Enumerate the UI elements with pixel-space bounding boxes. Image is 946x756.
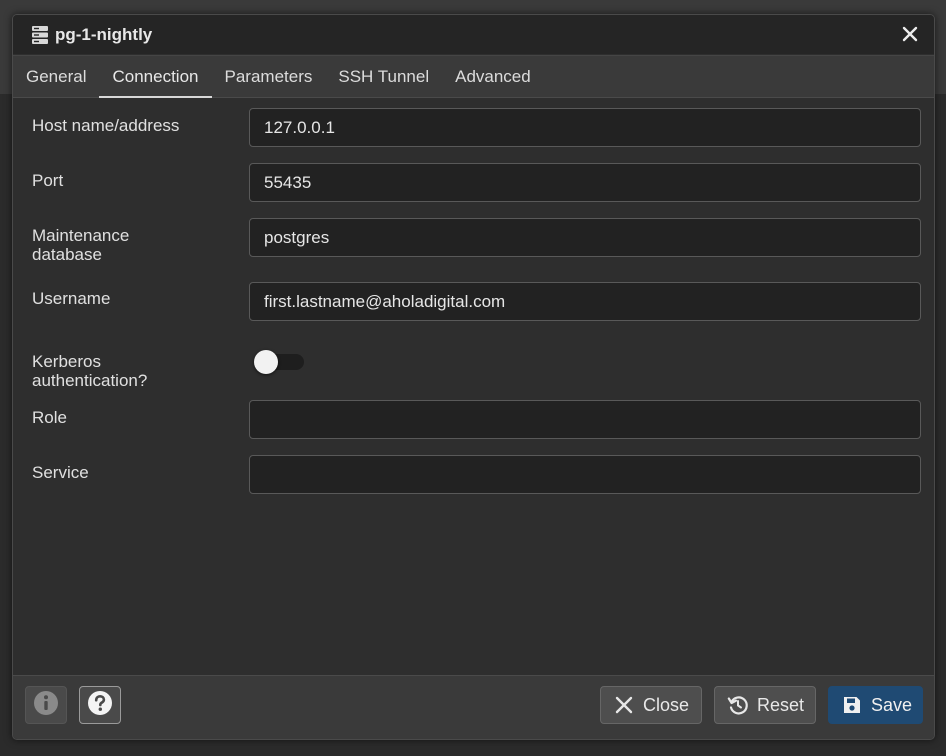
username-input[interactable] <box>249 282 921 321</box>
maintenance-db-label-line1: Maintenance <box>32 226 130 245</box>
tab-connection[interactable]: Connection <box>99 56 212 98</box>
dialog-titlebar: pg-1-nightly <box>13 15 934 54</box>
info-button[interactable] <box>25 686 67 724</box>
close-icon <box>613 694 635 716</box>
help-button[interactable] <box>79 686 121 724</box>
port-input[interactable] <box>249 163 921 202</box>
close-button-label: Close <box>643 694 690 715</box>
maintenance-db-label-line2: database <box>32 245 102 264</box>
kerberos-label-line1: Kerberos <box>32 352 101 371</box>
role-label: Role <box>32 408 67 427</box>
service-label: Service <box>32 463 89 482</box>
username-label: Username <box>32 289 111 308</box>
tab-general[interactable]: General <box>13 56 99 97</box>
dialog-title: pg-1-nightly <box>55 24 153 44</box>
tab-parameters[interactable]: Parameters <box>212 56 326 97</box>
kerberos-toggle[interactable] <box>254 350 305 374</box>
maintenance-db-input[interactable] <box>249 218 921 257</box>
dialog-footer: Close Reset Save <box>13 675 934 739</box>
kerberos-toggle-knob <box>254 350 278 374</box>
server-properties-dialog: pg-1-nightly General Connection Paramete… <box>12 14 935 740</box>
port-label: Port <box>32 171 64 190</box>
host-label: Host name/address <box>32 116 180 135</box>
help-icon <box>87 690 113 721</box>
reset-button-label: Reset <box>757 694 805 715</box>
reset-icon <box>727 694 749 716</box>
tab-advanced[interactable]: Advanced <box>442 56 544 97</box>
close-button[interactable]: Close <box>600 686 702 724</box>
save-icon <box>841 694 863 716</box>
kerberos-label: Kerberos authentication? <box>32 352 232 390</box>
tab-ssh-tunnel[interactable]: SSH Tunnel <box>325 56 442 97</box>
service-input[interactable] <box>249 455 921 494</box>
maintenance-db-label: Maintenance database <box>32 226 232 264</box>
save-button[interactable]: Save <box>828 686 923 724</box>
kerberos-label-line2: authentication? <box>32 371 148 390</box>
tab-bar: General Connection Parameters SSH Tunnel… <box>13 55 934 98</box>
save-button-label: Save <box>871 694 913 715</box>
info-icon <box>33 690 59 721</box>
close-icon[interactable] <box>900 24 920 44</box>
role-input[interactable] <box>249 400 921 439</box>
reset-button[interactable]: Reset <box>714 686 816 724</box>
server-icon <box>31 25 49 45</box>
host-input[interactable] <box>249 108 921 147</box>
